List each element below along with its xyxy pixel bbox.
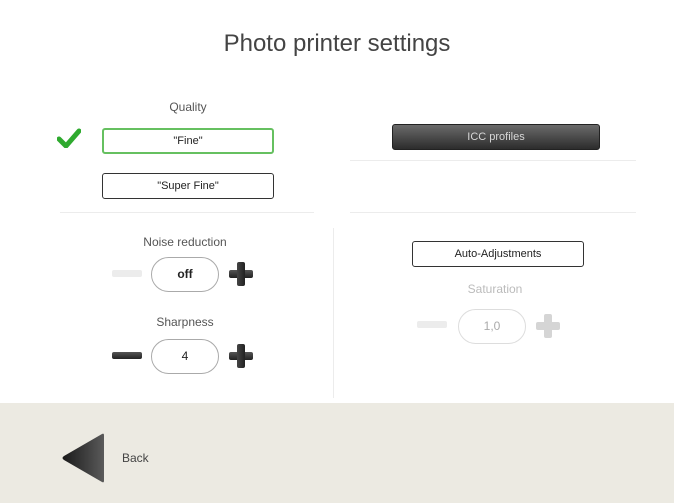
saturation-plus-button [536,314,560,338]
back-button[interactable]: Back [122,451,149,465]
sharpness-plus-button[interactable] [229,344,253,368]
column-divider [333,228,334,398]
page-title: Photo printer settings [223,30,451,57]
quality-option-super-fine[interactable]: "Super Fine" [102,173,274,199]
noise-reduction-plus-button[interactable] [229,262,253,286]
back-arrow-icon[interactable] [60,432,106,484]
checkmark-icon [57,128,81,148]
saturation-value: 1,0 [458,309,526,344]
sharpness-minus-button[interactable] [112,352,142,359]
saturation-minus-button [417,321,447,328]
quality-option-fine[interactable]: "Fine" [102,128,274,154]
divider [350,160,636,161]
saturation-label: Saturation [467,282,523,296]
divider [60,212,314,213]
settings-panel: Photo printer settings Quality "Fine" "S… [0,0,674,403]
noise-reduction-value: off [151,257,219,292]
quality-label: Quality [169,100,207,114]
icc-profiles-button[interactable]: ICC profiles [392,124,600,150]
divider [350,212,636,213]
noise-reduction-label: Noise reduction [143,235,227,249]
sharpness-label: Sharpness [156,315,214,329]
sharpness-value: 4 [151,339,219,374]
auto-adjustments-button[interactable]: Auto-Adjustments [412,241,584,267]
noise-reduction-minus-button [112,270,142,277]
